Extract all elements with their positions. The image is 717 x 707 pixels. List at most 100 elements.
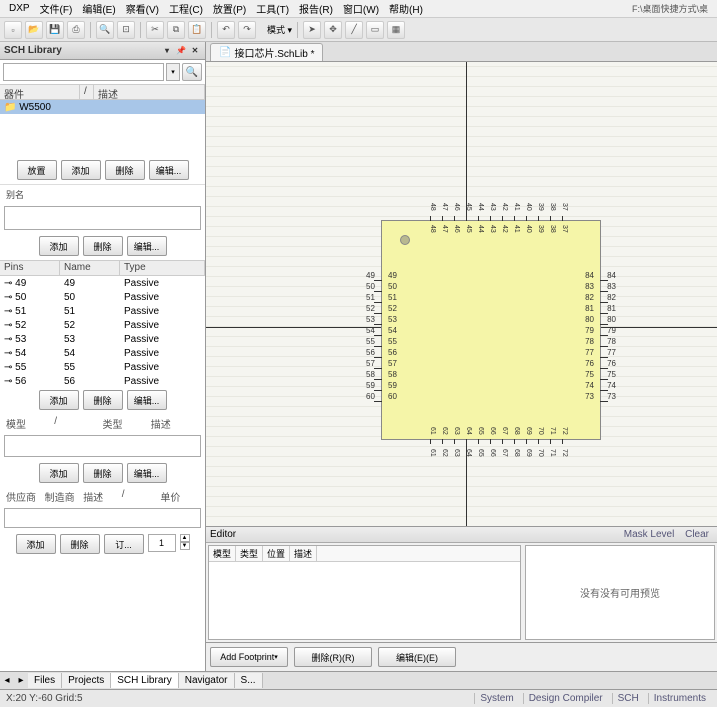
tab-nav-right-icon[interactable]: ▸ <box>14 675 28 686</box>
menu-report[interactable]: 报告(R) <box>294 1 338 16</box>
pin-inner: 50 <box>388 282 397 292</box>
status-instruments[interactable]: Instruments <box>648 693 711 704</box>
editor-btn-2[interactable]: 编辑(E)(E) <box>378 647 456 667</box>
pin-outer: 42 <box>499 203 509 211</box>
chip-body[interactable]: 4949505051515252535354545555565657575858… <box>381 220 601 440</box>
bottom-panel-tabs[interactable]: ◂ ▸ Files Projects SCH Library Navigator… <box>0 671 717 689</box>
menu-project[interactable]: 工程(C) <box>164 1 208 16</box>
tool-save-icon[interactable]: 💾 <box>46 21 64 39</box>
menu-view[interactable]: 察看(V) <box>121 1 164 16</box>
model-btn-2[interactable]: 编辑... <box>127 463 167 483</box>
pin-row[interactable]: ⊸ 5555Passive <box>0 360 205 374</box>
spin-down-icon[interactable]: ▼ <box>180 542 190 550</box>
pins-header[interactable]: Pins Name Type <box>0 260 205 276</box>
pin-row[interactable]: ⊸ 5656Passive <box>0 374 205 386</box>
pins-list[interactable]: ⊸ 4949Passive⊸ 5050Passive⊸ 5151Passive⊸… <box>0 276 205 386</box>
comp-btn-3[interactable]: 编辑... <box>149 160 189 180</box>
panel-close-icon[interactable]: ✕ <box>189 45 201 57</box>
tab-navigator[interactable]: Navigator <box>179 673 235 688</box>
editor-header[interactable]: Editor Mask Level Clear <box>206 527 717 543</box>
tool-arrow-icon[interactable]: ➤ <box>303 21 321 39</box>
menu-tools[interactable]: 工具(T) <box>251 1 294 16</box>
mode-label[interactable]: 模式 ▾ <box>267 23 292 36</box>
tool-new-icon[interactable]: ▫ <box>4 21 22 39</box>
tool-undo-icon[interactable]: ↶ <box>217 21 235 39</box>
search-dropdown-icon[interactable]: ▾ <box>166 63 180 81</box>
component-list-header[interactable]: 器件 / 描述 <box>0 84 205 100</box>
panel-header[interactable]: SCH Library ▾ 📌 ✕ <box>0 42 205 60</box>
pin-row[interactable]: ⊸ 4949Passive <box>0 276 205 290</box>
comp-btn-0[interactable]: 放置 <box>17 160 57 180</box>
tool-cut-icon[interactable]: ✂ <box>146 21 164 39</box>
menu-edit[interactable]: 编辑(E) <box>77 1 120 16</box>
tool-zoomfit-icon[interactable]: ⊡ <box>117 21 135 39</box>
menubar[interactable]: DXP 文件(F) 编辑(E) 察看(V) 工程(C) 放置(P) 工具(T) … <box>0 0 717 18</box>
alias-btn-0[interactable]: 添加 <box>39 236 79 256</box>
comp-btn-1[interactable]: 添加 <box>61 160 101 180</box>
tool-print-icon[interactable]: ⎙ <box>67 21 85 39</box>
tool-grid-icon[interactable]: ▦ <box>387 21 405 39</box>
pin-row[interactable]: ⊸ 5353Passive <box>0 332 205 346</box>
tool-line-icon[interactable]: ╱ <box>345 21 363 39</box>
pins-btn-1[interactable]: 删除 <box>83 390 123 410</box>
menu-window[interactable]: 窗口(W) <box>338 1 384 16</box>
status-sch[interactable]: SCH <box>612 693 644 704</box>
model-btn-0[interactable]: 添加 <box>39 463 79 483</box>
pin-row[interactable]: ⊸ 5151Passive <box>0 304 205 318</box>
pins-btn-0[interactable]: 添加 <box>39 390 79 410</box>
menu-place[interactable]: 放置(P) <box>208 1 251 16</box>
pin1-marker-icon <box>400 235 410 245</box>
status-compiler[interactable]: Design Compiler <box>523 693 608 704</box>
tool-redo-icon[interactable]: ↷ <box>238 21 256 39</box>
search-input[interactable] <box>3 63 164 81</box>
tab-schlib[interactable]: SCH Library <box>111 673 178 688</box>
panel-dropdown-icon[interactable]: ▾ <box>161 45 173 57</box>
tool-move-icon[interactable]: ✥ <box>324 21 342 39</box>
tool-zoom-icon[interactable]: 🔍 <box>96 21 114 39</box>
tool-paste-icon[interactable]: 📋 <box>188 21 206 39</box>
pin-inner: 39 <box>535 225 545 233</box>
tool-copy-icon[interactable]: ⧉ <box>167 21 185 39</box>
tab-nav-left-icon[interactable]: ◂ <box>0 675 14 686</box>
pin-row[interactable]: ⊸ 5252Passive <box>0 318 205 332</box>
menu-file[interactable]: 文件(F) <box>35 1 78 16</box>
tool-rect-icon[interactable]: ▭ <box>366 21 384 39</box>
model-box[interactable] <box>4 435 201 457</box>
component-list[interactable]: 📁 W5500 <box>0 100 205 156</box>
alias-box[interactable] <box>4 206 201 230</box>
schematic-canvas[interactable]: 4949505051515252535354545555565657575858… <box>206 62 717 526</box>
panel-pin-icon[interactable]: 📌 <box>175 45 187 57</box>
tool-open-icon[interactable]: 📂 <box>25 21 43 39</box>
status-system[interactable]: System <box>474 693 518 704</box>
alias-btn-2[interactable]: 编辑... <box>127 236 167 256</box>
doc-tab-schlib[interactable]: 📄 接口芯片.SchLib * <box>210 43 323 61</box>
supplier-btn-1[interactable]: 删除 <box>60 534 100 554</box>
editor-btn-0[interactable]: Add Footprint ▾ <box>210 647 288 667</box>
supplier-btn-2[interactable]: 订... <box>104 534 144 554</box>
menu-dxp[interactable]: DXP <box>4 3 35 14</box>
pin-inner: 58 <box>388 370 397 380</box>
editor-model-list[interactable]: 模型 类型 位置 描述 <box>208 545 521 640</box>
pin-outer: 74 <box>607 381 616 391</box>
model-btn-1[interactable]: 删除 <box>83 463 123 483</box>
alias-btn-1[interactable]: 删除 <box>83 236 123 256</box>
component-item-w5500[interactable]: 📁 W5500 <box>0 100 205 114</box>
supplier-box[interactable] <box>4 508 201 528</box>
tab-more[interactable]: S... <box>235 673 263 688</box>
tab-files[interactable]: Files <box>28 673 62 688</box>
order-qty-spinner[interactable]: 1 <box>148 534 176 552</box>
tab-projects[interactable]: Projects <box>62 673 111 688</box>
spin-up-icon[interactable]: ▲ <box>180 534 190 542</box>
clear-link[interactable]: Clear <box>681 529 713 540</box>
editor-btn-1[interactable]: 删除(R)(R) <box>294 647 372 667</box>
search-button[interactable]: 🔍 <box>182 63 202 81</box>
menu-help[interactable]: 帮助(H) <box>384 1 428 16</box>
supplier-btn-0[interactable]: 添加 <box>16 534 56 554</box>
doc-tabs[interactable]: 📄 接口芯片.SchLib * <box>206 42 717 62</box>
pin-inner: 53 <box>388 315 397 325</box>
pins-btn-2[interactable]: 编辑... <box>127 390 167 410</box>
pin-row[interactable]: ⊸ 5454Passive <box>0 346 205 360</box>
mask-level-link[interactable]: Mask Level <box>620 529 679 540</box>
pin-row[interactable]: ⊸ 5050Passive <box>0 290 205 304</box>
comp-btn-2[interactable]: 删除 <box>105 160 145 180</box>
